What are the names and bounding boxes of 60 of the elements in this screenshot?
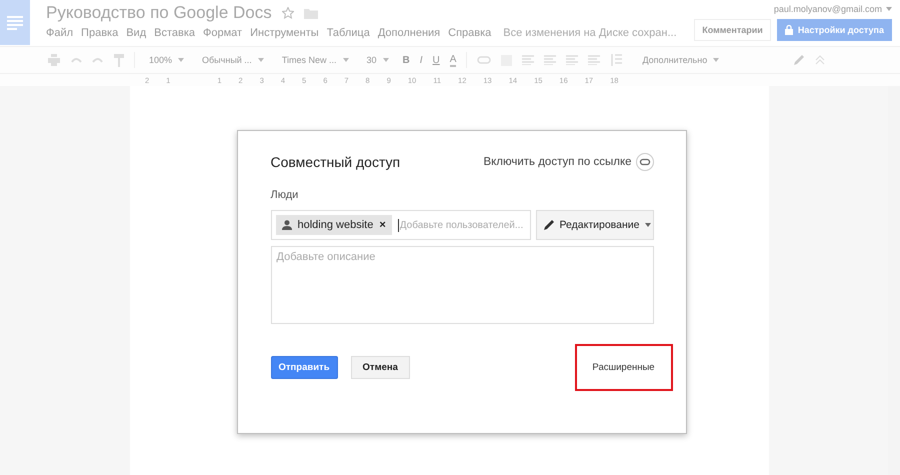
- caret-icon: [382, 58, 389, 62]
- menu-item[interactable]: Файл: [46, 26, 74, 40]
- document-title[interactable]: Руководство по Google Docs: [46, 3, 272, 23]
- print-icon[interactable]: [48, 54, 60, 66]
- people-input-field[interactable]: holding website × Добавьте пользователей...: [270, 210, 530, 240]
- menu-item[interactable]: Правка: [81, 26, 118, 40]
- pencil-icon[interactable]: [793, 54, 806, 66]
- text-color-button[interactable]: A: [450, 54, 456, 66]
- paint-format-icon[interactable]: [114, 54, 124, 66]
- style-dropdown[interactable]: Обычный ...: [198, 55, 268, 65]
- font-size-dropdown[interactable]: 30: [362, 55, 393, 65]
- collapse-icon[interactable]: [815, 55, 826, 65]
- dialog-title: Совместный доступ: [270, 154, 402, 170]
- remove-button[interactable]: ×: [379, 219, 386, 231]
- italic-button[interactable]: I: [420, 54, 423, 66]
- chip-label: holding website: [298, 219, 374, 231]
- link-sharing-link[interactable]: Включить доступ по ссылке: [483, 156, 632, 168]
- cancel-button[interactable]: Отмена: [350, 356, 410, 379]
- redo-icon[interactable]: [92, 56, 104, 64]
- folder-icon[interactable]: [304, 8, 318, 18]
- share-button[interactable]: Настройки доступа: [776, 19, 892, 41]
- menu-item[interactable]: Вид: [126, 26, 146, 40]
- menu-item[interactable]: Дополнения: [378, 26, 440, 40]
- menu-item[interactable]: Таблица: [326, 26, 370, 40]
- permission-dropdown[interactable]: Редактирование: [536, 210, 654, 240]
- caret-icon: [342, 58, 348, 62]
- more-dropdown[interactable]: Дополнительно: [638, 55, 724, 65]
- menu-item[interactable]: Инструменты: [250, 26, 319, 40]
- bold-button[interactable]: B: [402, 54, 410, 66]
- menu-item[interactable]: Вставка: [154, 26, 196, 40]
- account-email[interactable]: paul.molyanov@gmail.com: [774, 4, 882, 14]
- underline-button[interactable]: U: [432, 54, 440, 66]
- advanced-button[interactable]: Расширенные: [574, 344, 672, 391]
- undo-icon[interactable]: [70, 56, 82, 64]
- align-icon[interactable]: [522, 55, 534, 65]
- align-icon[interactable]: [588, 55, 600, 65]
- caret-icon: [644, 223, 650, 227]
- people-label: Люди: [270, 189, 300, 201]
- line-spacing-icon[interactable]: [610, 54, 622, 66]
- comments-button[interactable]: Комментарии: [694, 19, 771, 41]
- caret-icon: [258, 58, 264, 62]
- person-icon: [282, 220, 292, 230]
- align-icon[interactable]: [566, 55, 578, 65]
- menu-item[interactable]: Справка: [448, 26, 492, 40]
- font-dropdown[interactable]: Times New ...: [278, 55, 352, 65]
- align-icon[interactable]: [544, 55, 556, 65]
- send-button[interactable]: Отправить: [270, 356, 338, 379]
- zoom-dropdown[interactable]: 100%: [145, 55, 188, 65]
- caret-icon: [713, 58, 720, 62]
- people-input[interactable]: Добавьте пользователей...: [398, 218, 526, 232]
- description-field[interactable]: Добавьте описание: [270, 246, 654, 324]
- lock-icon: [784, 25, 793, 35]
- menu-item[interactable]: Формат: [203, 26, 242, 40]
- pencil-icon: [542, 219, 554, 231]
- caret-icon: [178, 58, 184, 62]
- star-icon[interactable]: [282, 7, 294, 19]
- docs-logo[interactable]: [0, 0, 30, 45]
- link-icon[interactable]: [636, 153, 654, 171]
- caret-icon[interactable]: [886, 7, 892, 11]
- save-status: Все изменения на Диске сохран...: [503, 26, 677, 40]
